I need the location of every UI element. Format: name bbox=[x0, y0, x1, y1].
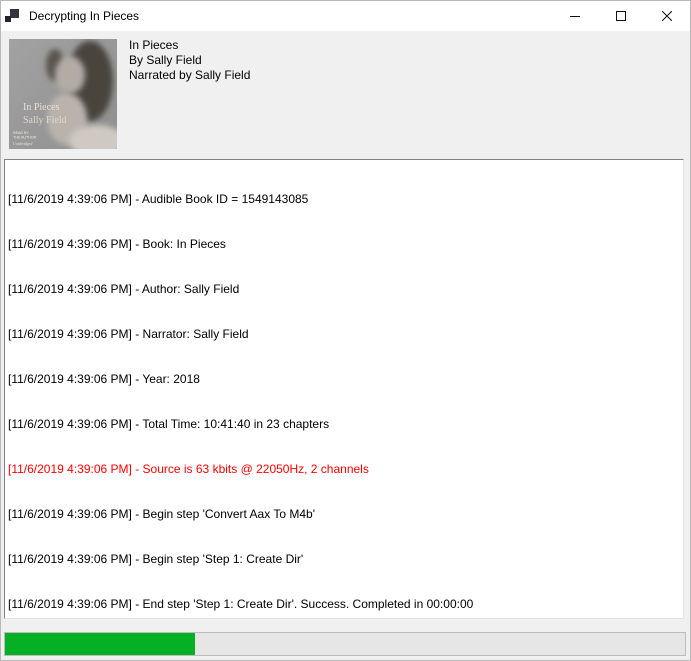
minimize-button[interactable] bbox=[552, 1, 598, 31]
log-line: [11/6/2019 4:39:06 PM] - End step 'Step … bbox=[8, 597, 680, 612]
close-button[interactable] bbox=[644, 1, 690, 31]
log-line: [11/6/2019 4:39:06 PM] - Author: Sally F… bbox=[8, 282, 680, 297]
window-title: Decrypting In Pieces bbox=[29, 9, 139, 23]
app-window: Decrypting In Pieces bbox=[0, 0, 691, 661]
book-cover-art: In Pieces Sally Field READ BY THE AUTHOR… bbox=[9, 39, 117, 149]
title-bar[interactable]: Decrypting In Pieces bbox=[1, 1, 690, 31]
cover-author-text: Sally Field bbox=[23, 115, 67, 126]
progress-bar-fill bbox=[5, 633, 195, 655]
book-title: In Pieces bbox=[129, 38, 250, 53]
caption-buttons bbox=[552, 1, 690, 31]
cover-readby-line1: READ BY bbox=[13, 131, 29, 135]
log-line: [11/6/2019 4:39:06 PM] - Book: In Pieces bbox=[8, 237, 680, 252]
maximize-icon bbox=[616, 11, 626, 21]
app-icon bbox=[4, 8, 20, 24]
log-line: [11/6/2019 4:39:06 PM] - Source is 63 kb… bbox=[8, 462, 680, 477]
log-line: [11/6/2019 4:39:06 PM] - Total Time: 10:… bbox=[8, 417, 680, 432]
book-narrator: Narrated by Sally Field bbox=[129, 68, 250, 83]
log-line: [11/6/2019 4:39:06 PM] - Begin step 'Ste… bbox=[8, 552, 680, 567]
cover-edition-text: Unabridged bbox=[13, 141, 33, 146]
log-line: [11/6/2019 4:39:06 PM] - Year: 2018 bbox=[8, 372, 680, 387]
book-info: In Pieces By Sally Field Narrated by Sal… bbox=[129, 38, 250, 83]
log-line: [11/6/2019 4:39:06 PM] - Audible Book ID… bbox=[8, 192, 680, 207]
log-textbox[interactable]: [11/6/2019 4:39:06 PM] - Audible Book ID… bbox=[4, 159, 684, 619]
progress-bar bbox=[4, 632, 686, 656]
book-cover-image: In Pieces Sally Field READ BY THE AUTHOR… bbox=[9, 39, 117, 149]
cover-readby-line2: THE AUTHOR bbox=[13, 136, 37, 140]
log-line: [11/6/2019 4:39:06 PM] - Narrator: Sally… bbox=[8, 327, 680, 342]
log-line: [11/6/2019 4:39:06 PM] - Begin step 'Con… bbox=[8, 507, 680, 522]
minimize-icon bbox=[570, 11, 580, 21]
maximize-button[interactable] bbox=[598, 1, 644, 31]
cover-title-text: In Pieces bbox=[23, 102, 59, 113]
book-author: By Sally Field bbox=[129, 53, 250, 68]
close-icon bbox=[662, 11, 672, 21]
